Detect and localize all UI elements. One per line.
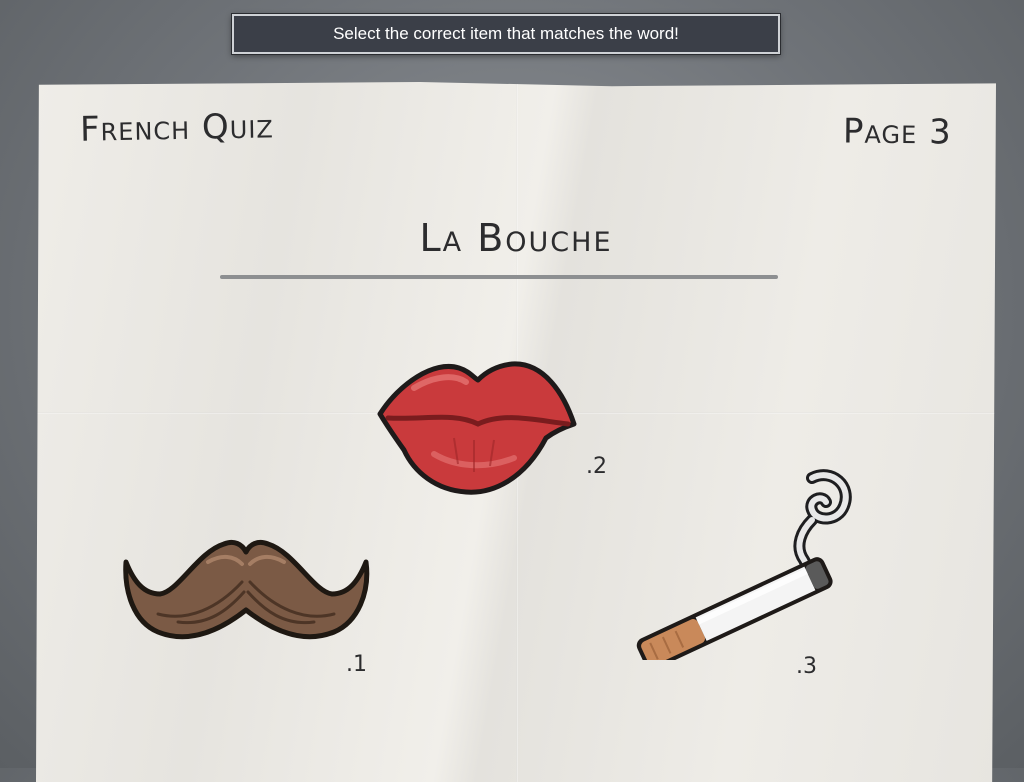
instruction-text: Select the correct item that matches the… [333, 24, 679, 43]
option-cigarette[interactable] [626, 464, 862, 670]
quiz-word: La Bouche [419, 216, 613, 260]
word-underline [220, 275, 778, 279]
quiz-title: French Quiz [79, 106, 275, 150]
option-label-1: .1 [346, 652, 367, 677]
instruction-banner: Select the correct item that matches the… [232, 14, 780, 54]
option-label-3: .3 [796, 654, 817, 679]
quiz-paper: French Quiz Page 3 La Bouche .2 .1 .3 [36, 82, 996, 782]
mustache-icon [123, 539, 370, 640]
option-lips[interactable] [374, 354, 580, 500]
lips-icon [377, 361, 577, 495]
cigarette-icon [636, 469, 852, 670]
option-mustache[interactable] [118, 522, 374, 652]
page-label: Page 3 [843, 111, 953, 153]
option-label-2: .2 [586, 454, 607, 479]
